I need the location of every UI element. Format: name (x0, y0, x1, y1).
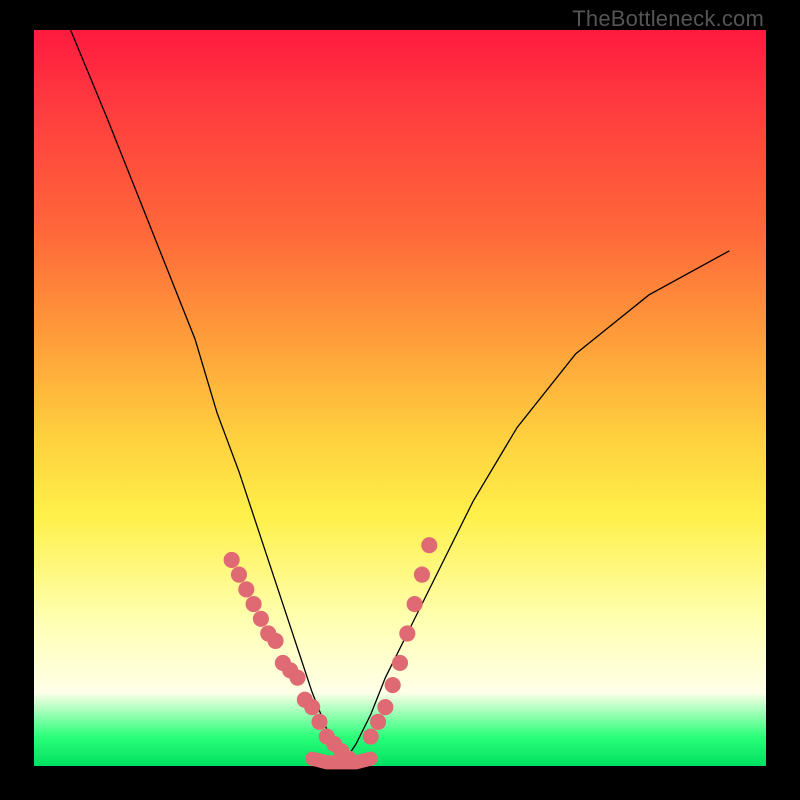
right-dots (414, 567, 430, 583)
left-dots (289, 670, 305, 686)
curve-left-curve (71, 30, 342, 766)
chart-overlay (34, 30, 766, 766)
right-dots (363, 728, 379, 744)
left-dots (341, 751, 357, 767)
right-dots (399, 625, 415, 641)
chart-frame: TheBottleneck.com (0, 0, 800, 800)
right-dots (385, 677, 401, 693)
watermark-text: TheBottleneck.com (572, 6, 764, 32)
left-dots (253, 611, 269, 627)
right-dots (421, 537, 437, 553)
left-dots (224, 552, 240, 568)
left-dots (304, 699, 320, 715)
right-dots (407, 596, 423, 612)
left-dots (311, 714, 327, 730)
left-dots (231, 567, 247, 583)
left-dots (238, 581, 254, 597)
right-dots (377, 699, 393, 715)
left-dots (246, 596, 262, 612)
right-dots (392, 655, 408, 671)
left-dots (268, 633, 284, 649)
right-dots (370, 714, 386, 730)
marker-group (224, 537, 438, 767)
